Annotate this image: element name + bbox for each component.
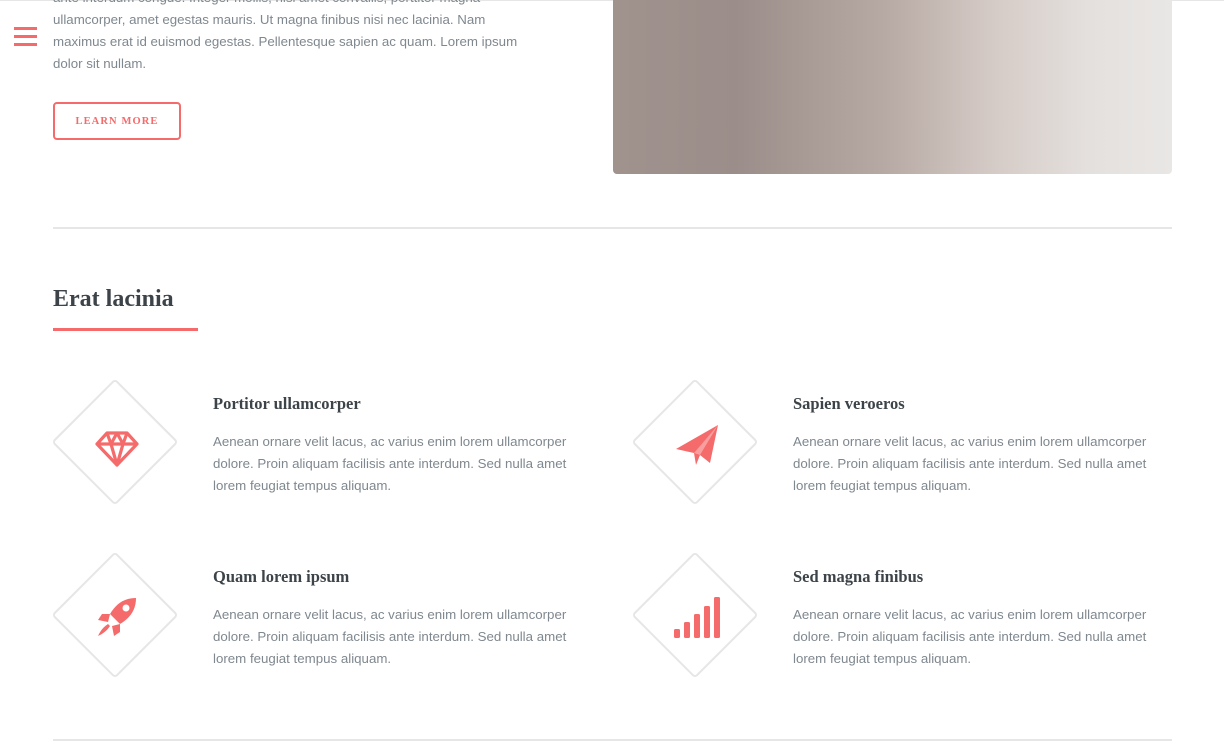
feature-text: Aenean ornare velit lacus, ac varius eni… xyxy=(213,434,567,493)
feature-item: Sed magna finibus Aenean ornare velit la… xyxy=(631,551,1193,683)
rocket-icon xyxy=(98,598,136,636)
intro-text: ante interdum congue. Integer mollis, ni… xyxy=(53,0,553,75)
feature-item: Sapien veroeros Aenean ornare velit lacu… xyxy=(631,378,1193,510)
section-title: Erat lacinia xyxy=(53,286,174,312)
gem-icon xyxy=(95,431,139,467)
hero-image xyxy=(613,0,1172,174)
learn-more-button[interactable]: LEARN MORE xyxy=(53,102,181,140)
feature-item: Portitor ullamcorper Aenean ornare velit… xyxy=(51,378,613,510)
signal-icon xyxy=(674,597,720,638)
intro-line: maximus erat id euismod egestas. Pellent… xyxy=(53,34,518,49)
feature-title: Portitor ullamcorper xyxy=(213,394,361,413)
feature-text: Aenean ornare velit lacus, ac varius eni… xyxy=(213,607,567,666)
section-divider xyxy=(53,739,1172,741)
feature-text: Aenean ornare velit lacus, ac varius eni… xyxy=(793,607,1147,666)
intro-line: ante interdum congue. Integer mollis, ni… xyxy=(53,0,553,9)
title-underline xyxy=(53,328,198,331)
feature-item: Quam lorem ipsum Aenean ornare velit lac… xyxy=(51,551,613,683)
feature-title: Sed magna finibus xyxy=(793,567,924,586)
feature-title: Quam lorem ipsum xyxy=(213,567,350,586)
feature-text: Aenean ornare velit lacus, ac varius eni… xyxy=(793,434,1147,493)
intro-line: dolor sit nullam. xyxy=(53,56,147,71)
feature-title: Sapien veroeros xyxy=(793,394,905,413)
paper-plane-icon xyxy=(676,425,718,465)
intro-line: ullamcorper, amet egestas mauris. Ut mag… xyxy=(53,12,486,27)
hamburger-menu-icon[interactable] xyxy=(14,27,38,49)
section-divider xyxy=(53,227,1172,229)
